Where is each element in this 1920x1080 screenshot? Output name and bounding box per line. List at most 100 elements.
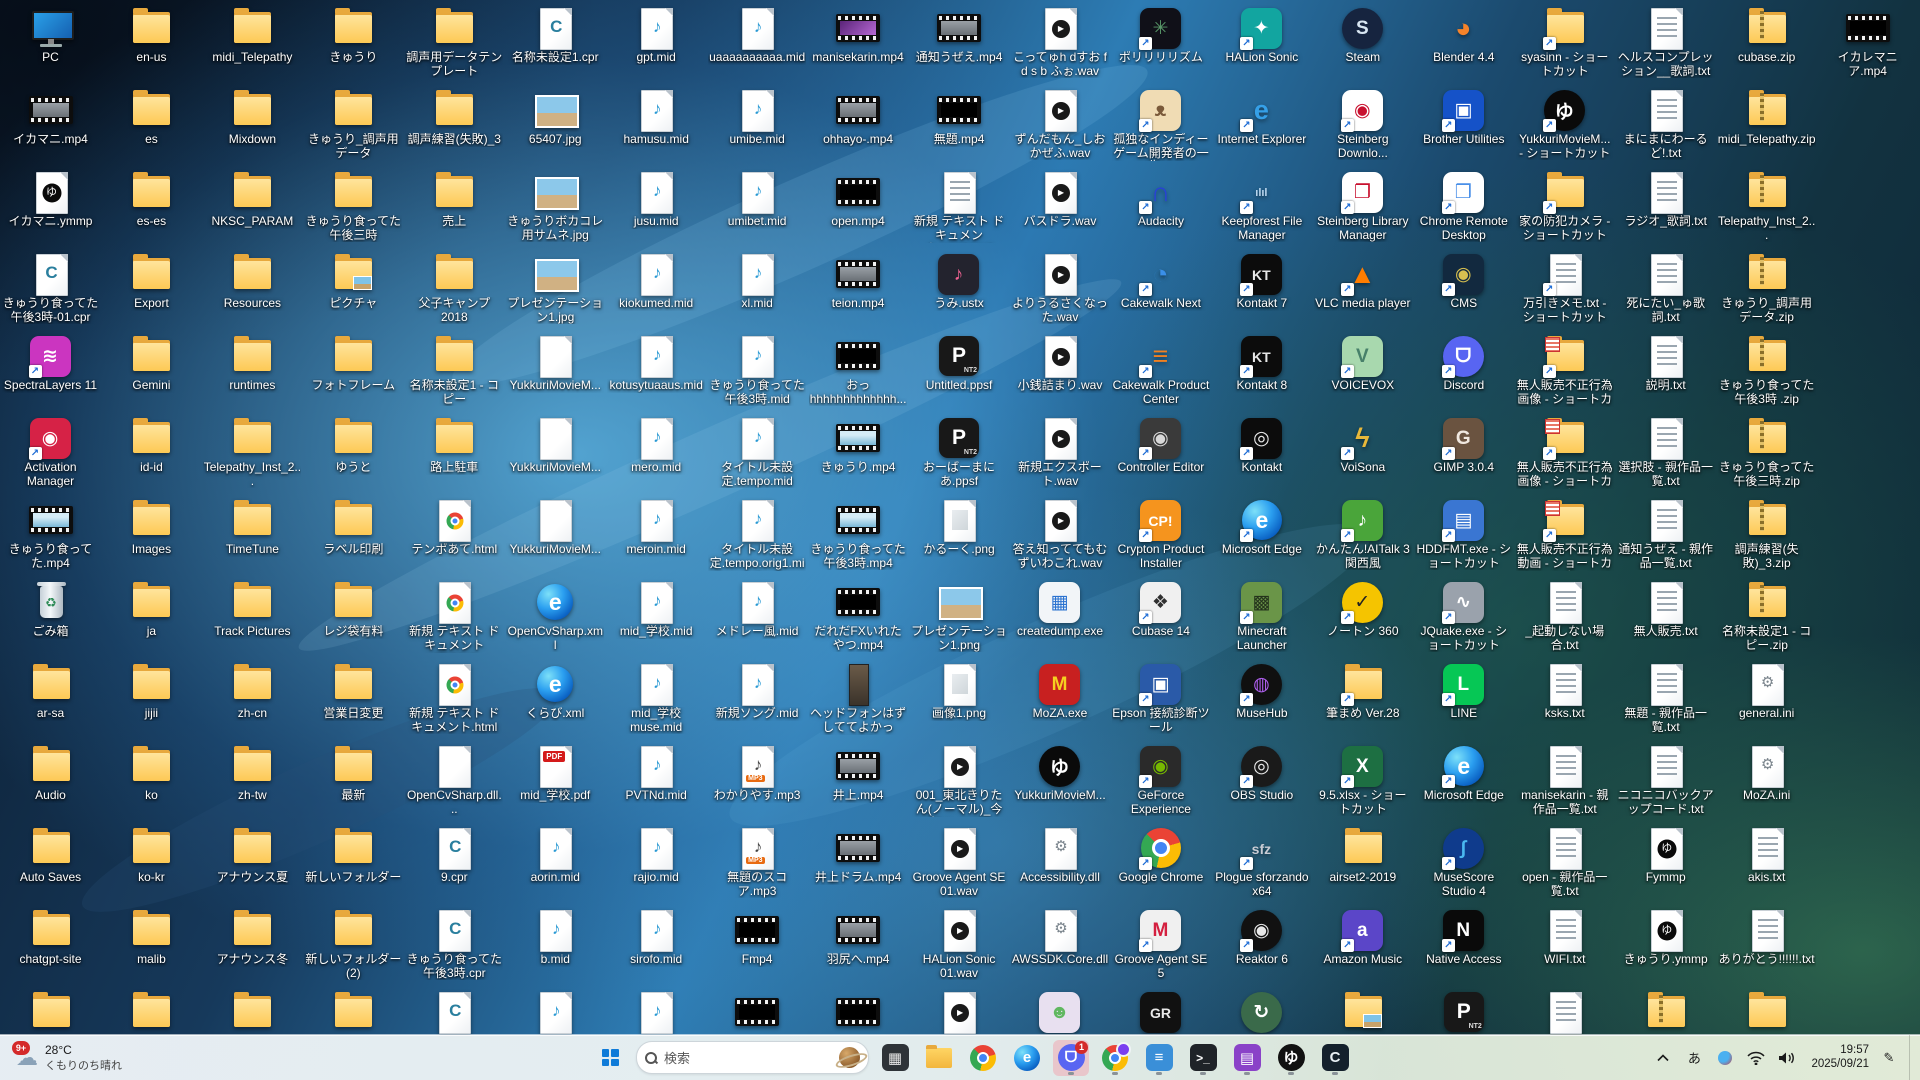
desktop-icon[interactable]: ▶ こってゅh dすお f d s b ふぉ.wav [1010,8,1111,78]
desktop-icon[interactable]: ▶ HALion Sonic 01.wav [909,910,1010,980]
pen-input-icon[interactable]: ✎ [1878,1045,1900,1071]
desktop-icon[interactable]: 新規 テキスト ドキュメント (2).html [404,582,505,653]
desktop-icon[interactable]: ▶ 小銭詰まり.wav [1010,336,1111,393]
desktop-icon[interactable]: ♪ uaaaaaaaaaa.mid [707,8,808,65]
desktop-icon[interactable]: だれだFXいれたやつ.mp4 [808,582,909,652]
desktop-icon[interactable]: id-id [101,418,202,475]
desktop-icon[interactable]: Export [101,254,202,311]
desktop-icon[interactable]: ▶ ずんだもん_しおかぜふ.wav [1010,90,1111,160]
desktop-icon[interactable]: ▤HDDFMT.exe - ショートカット [1413,500,1514,570]
taskbar-app-discord[interactable]: ᗜ1 [1053,1039,1089,1076]
desktop-icon[interactable]: ♪ [606,992,707,1034]
desktop-icon[interactable]: フォトフレーム [303,336,404,393]
desktop-icon[interactable] [1716,992,1817,1032]
desktop-icon[interactable]: ♪ meroin.mid [606,500,707,557]
desktop-icon[interactable]: ∩ Audacity [1110,172,1211,229]
desktop-icon[interactable]: ▶ 001_東北きりたん(ノーマル)_今じゃ....wav [909,746,1010,817]
desktop-icon[interactable]: KT Kontakt 7 [1211,254,1312,311]
desktop-icon[interactable]: 調声練習(失敗)_3 [404,90,505,147]
desktop-icon[interactable]: 65407.jpg [505,90,606,147]
desktop-icon[interactable]: 画像1.png [909,664,1010,721]
desktop-icon[interactable]: OpenCvSharp.dll... [404,746,505,816]
desktop-icon[interactable] [1514,992,1615,1034]
desktop-icon[interactable]: ▣ Brother Utilities [1413,90,1514,147]
desktop-icon[interactable]: ▶ Groove Agent SE 01.wav [909,828,1010,898]
taskbar-app-notes[interactable]: ≡ [1141,1040,1177,1076]
desktop-icon[interactable]: テンポあて.html [404,500,505,557]
desktop-icon[interactable]: プレゼンテーション1.png [909,582,1010,652]
desktop-icon[interactable]: ◉Activation Manager [0,418,101,488]
desktop-icon[interactable]: 無人販売不正行為画像 - ショートカッ... [1514,336,1615,407]
desktop-icon[interactable]: GR [1110,992,1211,1033]
show-desktop-button[interactable] [1909,1035,1914,1080]
desktop-icon[interactable]: ♪ きゅうり食ってた午後3時.mid [707,336,808,406]
desktop-icon[interactable]: ✓ ノートン 360 [1312,582,1413,639]
desktop-icon[interactable]: 通知うぜえ.mp4 [909,8,1010,65]
desktop-icon[interactable]: ♪ umibe.mid [707,90,808,147]
desktop-icon[interactable]: ≋ SpectraLayers 11 [0,336,101,393]
desktop-icon[interactable]: ▶ 新規エクスポート.wav [1010,418,1111,488]
desktop-icon[interactable]: ksks.txt [1514,664,1615,721]
volume-icon[interactable] [1776,1045,1798,1071]
desktop-icon[interactable]: ♪ mid_学校muse.mid [606,664,707,734]
desktop-icon[interactable]: 調声用データテンプレート [404,8,505,78]
taskbar-app-cubase[interactable]: C [1317,1040,1353,1076]
desktop-icon[interactable]: V VOICEVOX [1312,336,1413,393]
desktop-icon[interactable]: e Microsoft Edge [1211,500,1312,557]
desktop-icon[interactable]: 羽尻へ.mp4 [808,910,909,967]
desktop-icon[interactable] [202,992,303,1032]
search-box[interactable]: 検索 [636,1041,869,1074]
desktop-icon[interactable]: zh-tw [202,746,303,803]
desktop-icon[interactable]: open.mp4 [808,172,909,229]
desktop-icon[interactable]: ⚙ AWSSDK.Core.dll [1010,910,1111,967]
desktop-icon[interactable]: P NT2 おーばーまにあ.ppsf [909,418,1010,488]
desktop-icon[interactable]: C 名称未設定1.cpr [505,8,606,65]
desktop-icon[interactable]: ニコニコバックアップコード.txt [1615,746,1716,816]
desktop-icon[interactable]: ◉Steinberg Downlo... [1312,90,1413,160]
desktop-icon[interactable]: ᗜ Discord [1413,336,1514,393]
desktop-icon[interactable]: N Native Access [1413,910,1514,967]
desktop-icon[interactable]: ᴥ孤独なインディーゲーム開発者の一生 ... [1110,90,1211,161]
desktop-icon[interactable]: akis.txt [1716,828,1817,885]
desktop-icon[interactable]: Resources [202,254,303,311]
desktop-icon[interactable]: ⚙ Accessibility.dll [1010,828,1111,885]
desktop-icon[interactable]: きゅうり食ってた午後三時 [303,172,404,242]
desktop-icon[interactable]: P NT2 Untitled.ppsf [909,336,1010,393]
desktop-icon[interactable]: 最新 [303,746,404,803]
desktop-icon[interactable]: CP!Crypton Product Installer [1110,500,1211,570]
desktop-icon[interactable]: open - 親作品一覧.txt [1514,828,1615,898]
desktop-icon[interactable]: ◎ OBS Studio [1211,746,1312,803]
desktop-icon[interactable]: teion.mp4 [808,254,909,311]
desktop-icon[interactable]: ♪ うみ.ustx [909,254,1010,311]
desktop-icon[interactable]: a Amazon Music [1312,910,1413,967]
desktop-icon[interactable]: きゅうり食ってた午後三時.zip [1716,418,1817,488]
desktop-icon[interactable]: YukkuriMovieM... [505,500,606,557]
desktop-icon[interactable]: ▦ createdump.exe [1010,582,1111,639]
desktop-icon[interactable]: C 9.cpr [404,828,505,885]
desktop-icon[interactable]: ılıl Keepforest File Manager [1211,172,1312,242]
desktop-icon[interactable]: きゅうりボカコレ用サムネ.jpg [505,172,606,242]
desktop-icon[interactable]: ♪ hamusu.mid [606,90,707,147]
desktop-icon[interactable]: ⚙ general.ini [1716,664,1817,721]
desktop-icon[interactable]: ▶ [909,992,1010,1034]
desktop-icon[interactable]: きゅうり [303,8,404,65]
desktop-icon[interactable]: ♪ PVTNd.mid [606,746,707,803]
desktop-icon[interactable]: ♪ mid_学校.mid [606,582,707,639]
desktop-icon[interactable]: ↻ [1211,992,1312,1033]
desktop-icon[interactable]: _起動しない場合.txt [1514,582,1615,652]
desktop-icon[interactable]: ♪ gpt.mid [606,8,707,65]
desktop-icon[interactable]: midi_Telepathy [202,8,303,65]
desktop-icon[interactable] [1312,992,1413,1032]
desktop-icon[interactable]: zh-cn [202,664,303,721]
desktop-icon[interactable] [101,992,202,1032]
desktop-icon[interactable]: ◉ Controller Editor [1110,418,1211,475]
desktop-icon[interactable]: イカレマニア.mp4 [1817,8,1918,78]
taskbar-app-terminal[interactable]: >_ [1185,1040,1221,1076]
desktop-icon[interactable]: es-es [101,172,202,229]
desktop-icon[interactable]: ja [101,582,202,639]
desktop-icon[interactable]: Google Chrome [1110,828,1211,885]
desktop-icon[interactable]: ゆ YukkuriMovieM... [1010,746,1111,803]
desktop-icon[interactable]: X9.5.xlsx - ショートカット [1312,746,1413,816]
desktop-icon[interactable]: ▣Epson 接続診断ツール [1110,664,1211,734]
desktop-icon[interactable]: アナウンス冬 [202,910,303,967]
